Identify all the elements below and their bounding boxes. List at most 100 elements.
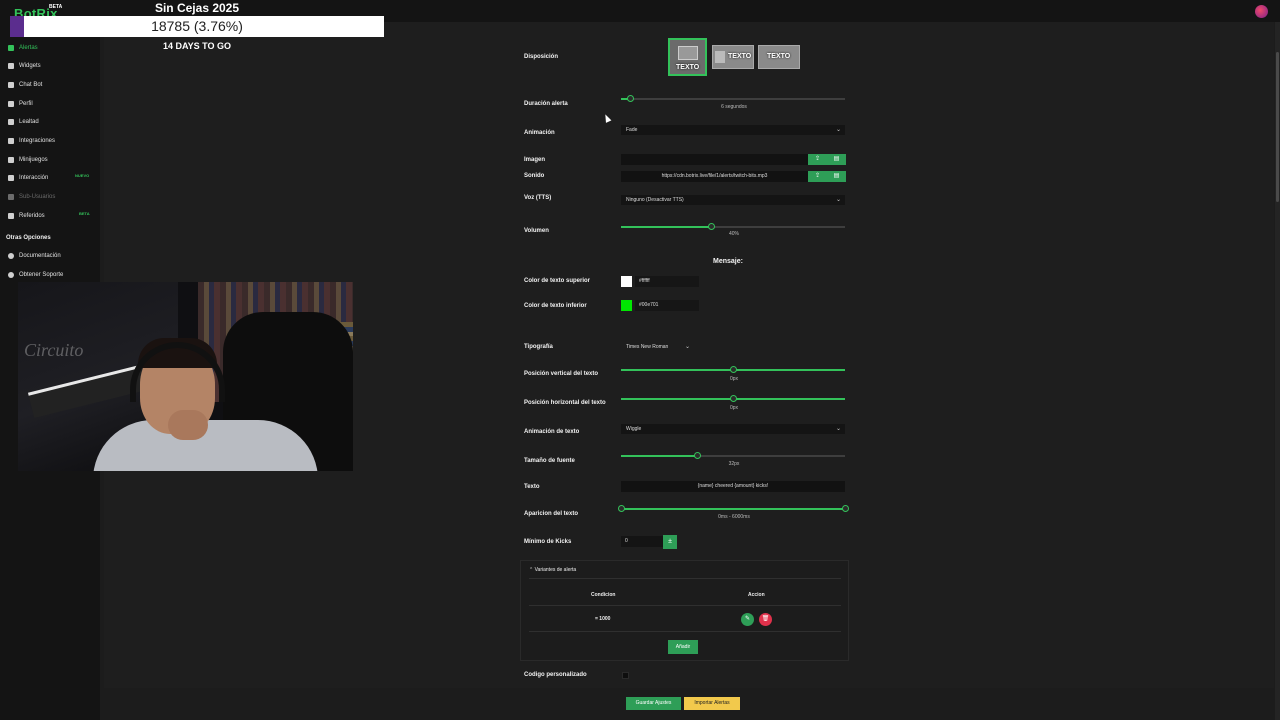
- min-kicks-stepper[interactable]: ±: [663, 535, 677, 549]
- bolt-icon: [8, 175, 14, 181]
- volume-value: 40%: [728, 231, 739, 237]
- sidebar-item-chat-bot[interactable]: Chat Bot: [8, 79, 42, 91]
- layout-option-3[interactable]: TEXTO: [758, 45, 800, 69]
- text-anim-select-value: Wiggle: [626, 426, 642, 432]
- grid-icon: [8, 63, 14, 69]
- scrollbar[interactable]: [1275, 22, 1280, 720]
- appear-range-end-handle[interactable]: [842, 505, 849, 512]
- upload-icon: ⇪: [814, 173, 821, 179]
- goal-overlay: Sin Cejas 2025 18785 (3.76%) 14 DAYS TO …: [10, 0, 384, 51]
- sidebar-item-lealtad[interactable]: Lealtad: [8, 116, 39, 128]
- bottom-color-input[interactable]: #00e701: [635, 300, 699, 311]
- import-alerts-button[interactable]: Importar Alertas: [684, 697, 740, 710]
- top-color-input[interactable]: #ffffff: [635, 276, 699, 287]
- layout-option-1-text: TEXTO: [676, 64, 700, 71]
- layout-option-2[interactable]: TEXTO: [712, 45, 754, 69]
- sidebar-item-perfil[interactable]: Perfil: [8, 98, 33, 110]
- font-select[interactable]: Times New Roman ⌄: [621, 342, 694, 352]
- appear-label: Aparicion del texto: [524, 511, 579, 517]
- sound-label: Sonido: [524, 173, 545, 179]
- gamepad-icon: [8, 157, 14, 163]
- cloud-icon: [8, 82, 14, 88]
- tts-label: Voz (TTS): [524, 195, 552, 201]
- variants-col-action: Accion: [748, 592, 765, 598]
- trash-icon: 🗑: [761, 616, 770, 622]
- appear-value: 0ms - 6000ms: [718, 514, 750, 520]
- gallery-sound-button[interactable]: ▤: [827, 171, 846, 182]
- sidebar-item-interaccion[interactable]: Interacción: [8, 172, 48, 184]
- duration-slider[interactable]: [621, 95, 845, 102]
- scrollbar-thumb[interactable]: [1276, 52, 1279, 202]
- font-label: Tipografía: [524, 344, 553, 350]
- font-size-slider[interactable]: [621, 452, 845, 459]
- duration-value: 6 segundos: [721, 104, 747, 110]
- divider: [529, 605, 841, 606]
- sidebar-item-minijuegos[interactable]: Minijuegos: [8, 154, 48, 166]
- other-options-title: Otras Opciones: [6, 235, 51, 241]
- layout-option-2-text: TEXTO: [728, 53, 752, 60]
- image-label: Imagen: [524, 157, 546, 163]
- chevron-down-icon: ⌄: [835, 197, 841, 203]
- chevron-down-icon: ⌄: [684, 344, 690, 350]
- sound-url-input[interactable]: https://cdn.botrix.live/file/1/alerts/tw…: [621, 171, 808, 182]
- variants-toggle[interactable]: ⌃ Variantes de alerta: [529, 567, 576, 573]
- appear-range-slider[interactable]: [618, 505, 849, 512]
- min-kicks-input[interactable]: 0: [621, 536, 663, 547]
- id-card-icon: [8, 101, 14, 107]
- plug-icon: [8, 138, 14, 144]
- volume-slider[interactable]: [621, 223, 845, 230]
- bottom-color-swatch[interactable]: [621, 300, 632, 311]
- save-settings-button[interactable]: Guardar Ajustes: [626, 697, 681, 710]
- sidebar-item-integraciones[interactable]: Integraciones: [8, 135, 55, 147]
- upload-sound-button[interactable]: ⇪: [808, 171, 827, 182]
- gallery-image-button[interactable]: ▤: [827, 154, 846, 165]
- font-size-value: 32px: [728, 461, 740, 467]
- hpos-value: 0px: [729, 405, 739, 411]
- duration-label: Duración alerta: [524, 101, 568, 107]
- layout-option-1[interactable]: TEXTO: [667, 37, 708, 77]
- image-placeholder-icon: [678, 46, 698, 60]
- appear-range-start-handle[interactable]: [618, 505, 625, 512]
- user-avatar[interactable]: [1255, 5, 1268, 18]
- add-variant-button[interactable]: Añadir: [668, 640, 698, 654]
- tts-select-value: Ninguno (Desactivar TTS): [626, 197, 684, 203]
- gallery-icon: ▤: [833, 173, 840, 179]
- variants-title: Variantes de alerta: [534, 567, 577, 573]
- tts-select[interactable]: Ninguno (Desactivar TTS) ⌄: [621, 195, 845, 205]
- delete-variant-button[interactable]: 🗑: [759, 613, 772, 626]
- divider: [529, 578, 841, 579]
- animation-select[interactable]: Fade ⌄: [621, 125, 845, 135]
- image-placeholder-icon: [715, 51, 725, 63]
- top-color-swatch[interactable]: [621, 276, 632, 287]
- beta-badge: BETA: [79, 211, 90, 216]
- sidebar-item-documentacion[interactable]: Documentación: [8, 253, 61, 259]
- goal-days-left: 14 DAYS TO GO: [162, 41, 232, 51]
- font-select-value: Times New Roman: [626, 344, 669, 350]
- variant-condition-value: = 1000: [595, 616, 611, 622]
- edit-variant-button[interactable]: ✎: [741, 613, 754, 626]
- upload-image-button[interactable]: ⇪: [808, 154, 827, 165]
- layout-label: Disposición: [524, 54, 559, 60]
- layout-option-3-text: TEXTO: [767, 53, 791, 60]
- image-url-input[interactable]: [621, 154, 808, 165]
- variants-col-condition: Condicion: [591, 592, 616, 598]
- sidebar-item-referidos[interactable]: Referidos: [8, 210, 45, 222]
- vpos-slider[interactable]: [621, 366, 845, 373]
- hpos-label: Posición horizontal del texto: [524, 400, 606, 406]
- font-size-label: Tamaño de fuente: [524, 458, 575, 464]
- animation-select-value: Fade: [626, 127, 638, 133]
- top-color-label: Color de texto superior: [524, 278, 591, 284]
- custom-code-checkbox[interactable]: [622, 672, 629, 679]
- hpos-slider[interactable]: [621, 395, 845, 402]
- sidebar-item-soporte[interactable]: Obtener Soporte: [8, 272, 63, 278]
- goal-progress-bar: 18785 (3.76%): [10, 16, 384, 37]
- vpos-label: Posición vertical del texto: [524, 371, 599, 377]
- alert-text-input[interactable]: {name} cheered {amount} kicks!: [621, 481, 845, 492]
- webcam-wall-sign: Circuito: [24, 340, 84, 360]
- people-icon: [8, 213, 14, 219]
- sidebar-item-widgets[interactable]: Widgets: [8, 60, 41, 72]
- text-anim-label: Animación de texto: [524, 429, 580, 435]
- sidebar-item-sub-usuarios[interactable]: Sub-Usuarios: [8, 191, 55, 203]
- text-anim-select[interactable]: Wiggle ⌄: [621, 424, 845, 434]
- doc-icon: [8, 253, 14, 259]
